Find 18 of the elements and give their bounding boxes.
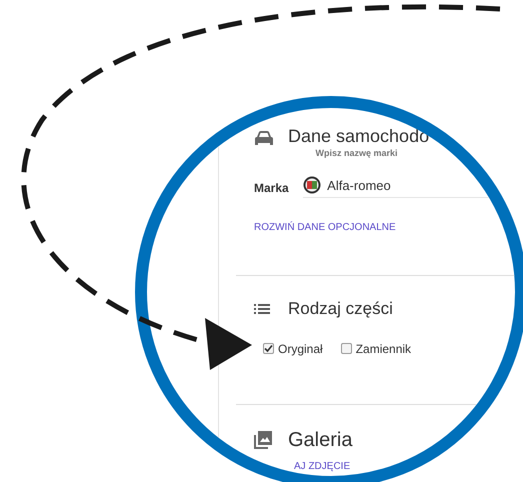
section-title: Galeria xyxy=(288,428,352,452)
car-icon xyxy=(254,130,274,146)
brand-logo-icon xyxy=(303,176,322,194)
checkbox-label: Oryginał xyxy=(278,340,323,358)
section-title: Rodzaj części xyxy=(288,298,393,320)
field-label: Marka xyxy=(254,180,290,197)
checkmark-icon xyxy=(264,344,273,353)
field-hint: Wpisz nazwę marki xyxy=(316,147,398,160)
brand-field[interactable]: Alfa-romeo xyxy=(303,176,515,198)
checkbox[interactable] xyxy=(263,343,274,354)
arrowhead-icon xyxy=(205,318,252,370)
list-icon xyxy=(254,302,270,315)
add-photo-link[interactable]: AJ ZDJĘCIE xyxy=(294,458,350,474)
section-title: Dane samochodo xyxy=(288,125,430,147)
gallery-icon xyxy=(254,430,272,448)
expand-link[interactable]: ROZWIŃ DANE OPCJONALNE xyxy=(254,220,515,235)
checkbox[interactable] xyxy=(340,343,352,354)
checkbox-label: Zamiennik xyxy=(356,340,412,358)
